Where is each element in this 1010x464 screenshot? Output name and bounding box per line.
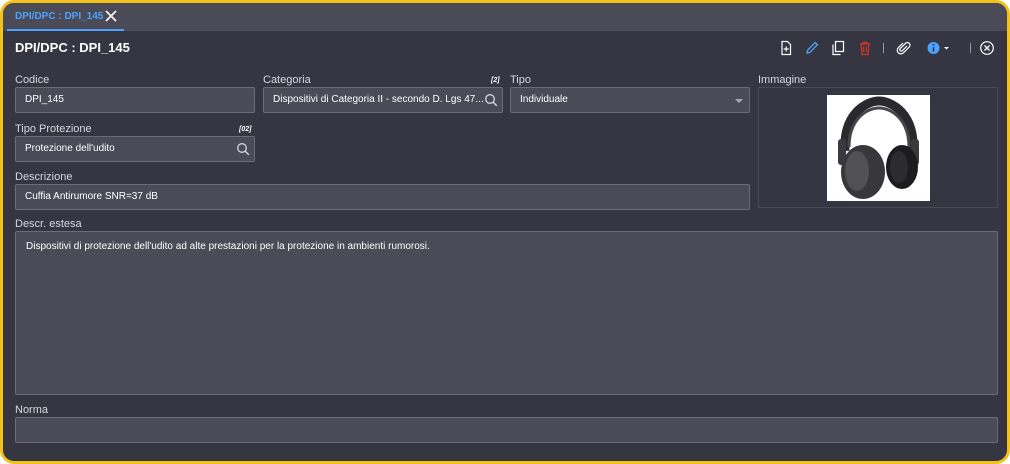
descrizione-label: Descrizione [15,171,73,183]
tipo-select[interactable]: Individuale [510,87,750,113]
tipo-label: Tipo [510,74,531,86]
tipo-protezione-code-tag: [02] [239,126,252,133]
tipo-protezione-label: Tipo Protezione [15,123,92,135]
delete-trash-icon[interactable] [857,40,873,56]
codice-label: Codice [15,74,50,86]
tab-label: DPI/DPC : DPI_145 [15,11,104,22]
categoria-label: Categoria [263,74,311,86]
copy-icon[interactable] [830,40,846,56]
new-document-icon[interactable] [778,40,794,56]
norma-input[interactable] [15,417,998,443]
categoria-value: Dispositivi di Categoria II - secondo D.… [273,94,484,105]
tipo-value: Individuale [520,94,568,105]
image-container[interactable] [758,87,998,208]
tab-dpi-145[interactable]: DPI/DPC : DPI_145 [7,3,124,31]
info-icon[interactable] [926,40,952,56]
descrizione-input[interactable]: Cuffia Antirumore SNR=37 dB [15,184,750,210]
page-title: DPI/DPC : DPI_145 [15,40,130,55]
descr-estesa-label: Descr. estesa [15,218,82,230]
active-tab-indicator [7,29,124,31]
categoria-count-tag: [2] [491,77,500,84]
descr-estesa-textarea[interactable]: Dispositivi di protezione dell'udito ad … [15,231,998,395]
ear-muffs-icon [838,96,919,199]
tipo-protezione-lookup-field[interactable]: Protezione dell'udito [15,136,255,162]
product-image [827,95,930,201]
search-icon[interactable] [484,93,498,107]
immagine-label: Immagine [758,74,807,86]
close-circle-icon[interactable] [979,40,995,56]
categoria-lookup-field[interactable]: Dispositivi di Categoria II - secondo D.… [263,87,503,113]
window-frame: DPI/DPC : DPI_145 DPI/DPC : DPI_145 Codi… [0,0,1010,464]
tab-bar: DPI/DPC : DPI_145 [3,3,1007,31]
chevron-down-icon [735,99,743,103]
toolbar-separator [970,43,971,53]
codice-input[interactable]: DPI_145 [15,87,255,113]
attachment-icon[interactable] [896,40,912,56]
tipo-protezione-value: Protezione dell'udito [25,143,115,154]
toolbar-separator [883,43,884,53]
close-icon[interactable] [104,9,118,23]
edit-pencil-icon[interactable] [804,40,820,56]
search-icon[interactable] [236,142,250,156]
norma-label: Norma [15,404,49,416]
